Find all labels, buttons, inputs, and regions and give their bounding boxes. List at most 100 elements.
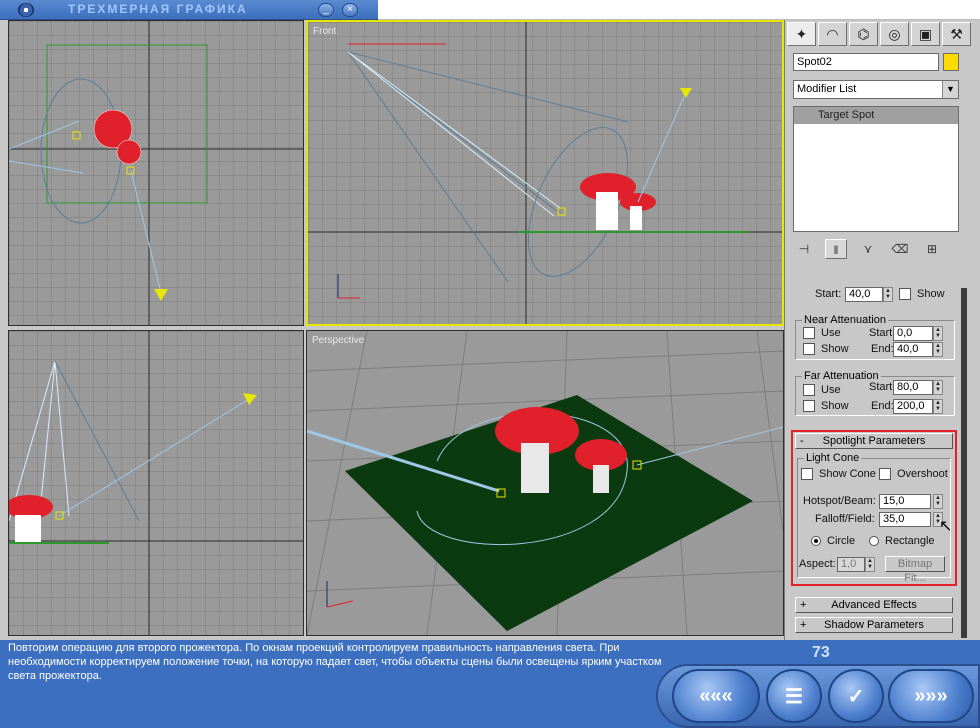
hierarchy-icon: ⌬ [857, 25, 870, 42]
bitmap-fit-button[interactable]: Bitmap Fit... [885, 556, 945, 584]
aspect-label: Aspect: [799, 558, 836, 570]
forward-button[interactable]: »»» [888, 669, 974, 723]
near-end-spinner[interactable]: ▲ ▼ [933, 342, 943, 357]
motion-tab[interactable]: ◎ [880, 22, 909, 46]
panel-scrollbar[interactable] [961, 288, 967, 638]
viewport-perspective[interactable]: Perspective [306, 330, 784, 636]
modifier-list-dropdown[interactable]: Modifier List ▼ [793, 80, 959, 99]
light-cone-title: Light Cone [804, 452, 862, 464]
far-end-input[interactable]: 200,0 [893, 399, 933, 414]
lesson-text: Повторим операцию для второго прожектора… [8, 642, 662, 682]
near-end-input[interactable]: 40,0 [893, 342, 933, 357]
close-button[interactable]: × [342, 3, 358, 17]
rollout-collapse-sign: - [800, 435, 804, 447]
app-logo-icon [18, 3, 34, 17]
hierarchy-tab[interactable]: ⌬ [849, 22, 878, 46]
viewport-front-label: Front [313, 26, 337, 37]
circle-label: Circle [827, 535, 856, 547]
show-cone-checkbox[interactable] [801, 468, 813, 480]
shadow-parameters-title: Shadow Parameters [824, 619, 924, 631]
modify-icon: ◠ [826, 25, 839, 42]
window-titlebar: ТРЕХМЕРНАЯ ГРАФИКА _ × [0, 0, 378, 20]
near-use-checkbox[interactable] [803, 327, 815, 339]
viewport-top[interactable] [8, 20, 304, 326]
circle-radio[interactable] [811, 536, 821, 546]
near-end-label: End: [871, 343, 894, 355]
back-button[interactable]: ««« [672, 669, 760, 723]
far-use-checkbox[interactable] [803, 384, 815, 396]
back-arrows-icon: ««« [699, 684, 733, 707]
near-start-label: Start: [869, 327, 896, 339]
hotspot-spinner[interactable]: ▲ ▼ [933, 494, 943, 509]
viewport-left[interactable] [8, 330, 304, 636]
stack-toolbar: ⊣ ‖ ⋎ ⌫ ⊞ [793, 238, 963, 260]
modifier-stack[interactable]: Target Spot [793, 106, 959, 232]
stack-item[interactable]: Target Spot [794, 107, 958, 124]
rectangle-radio[interactable] [869, 536, 879, 546]
rectangle-label: Rectangle [885, 535, 935, 547]
make-unique-icon[interactable]: ⋎ [857, 239, 879, 259]
far-start-label: Start: [869, 381, 896, 393]
decay-start-input[interactable]: 40,0 [845, 287, 883, 302]
page-number: 73 [812, 644, 830, 661]
check-button[interactable]: ✓ [828, 669, 884, 723]
display-tab[interactable]: ▣ [911, 22, 940, 46]
decay-start-label: Start: [815, 288, 842, 300]
spotlight-parameters-title: Spotlight Parameters [822, 435, 926, 447]
far-end-label: End: [871, 400, 894, 412]
modify-tab[interactable]: ◠ [818, 22, 847, 46]
viewport-perspective-canvas [307, 331, 783, 635]
far-start-spinner[interactable]: ▲ ▼ [933, 380, 943, 395]
utilities-tab[interactable]: ⚒ [942, 22, 971, 46]
command-panel: ✦ ◠ ⌬ ◎ ▣ ⚒ Spot02 Modifier List ▼ Targe… [784, 20, 980, 640]
hotspot-input[interactable]: 15,0 [879, 494, 931, 509]
configure-sets-icon[interactable]: ⊞ [921, 239, 943, 259]
advanced-effects-rollout[interactable]: + Advanced Effects [795, 597, 953, 613]
near-start-input[interactable]: 0,0 [893, 326, 933, 341]
decay-show-checkbox[interactable] [899, 288, 911, 300]
check-icon: ✓ [847, 685, 865, 708]
show-cone-label: Show Cone [819, 468, 876, 480]
hotspot-label: Hotspot/Beam: [803, 495, 876, 507]
viewport-top-canvas [9, 21, 303, 325]
top-strip [378, 0, 980, 20]
far-show-checkbox[interactable] [803, 400, 815, 412]
near-show-checkbox[interactable] [803, 343, 815, 355]
near-start-spinner[interactable]: ▲ ▼ [933, 326, 943, 341]
near-attenuation-title: Near Attenuation [802, 314, 888, 326]
far-end-spinner[interactable]: ▲ ▼ [933, 399, 943, 414]
forward-arrows-icon: »»» [914, 684, 948, 707]
viewport-front[interactable]: Front [306, 20, 784, 326]
viewport-front-canvas [308, 22, 782, 324]
panel-tabs: ✦ ◠ ⌬ ◎ ▣ ⚒ [787, 22, 977, 48]
display-icon: ▣ [918, 25, 933, 42]
near-show-label: Show [821, 343, 849, 355]
utilities-icon: ⚒ [950, 25, 963, 42]
pin-stack-icon[interactable]: ⊣ [793, 239, 815, 259]
aspect-spinner[interactable]: ▲ ▼ [865, 557, 875, 572]
far-use-label: Use [821, 384, 841, 396]
far-show-label: Show [821, 400, 849, 412]
modifier-list-label: Modifier List [797, 83, 857, 95]
falloff-input[interactable]: 35,0 [879, 512, 931, 527]
decay-start-spinner[interactable]: ▲ ▼ [883, 287, 893, 302]
remove-modifier-icon[interactable]: ⌫ [889, 239, 911, 259]
mouse-cursor-icon: ↖ [939, 518, 953, 535]
object-name-field[interactable]: Spot02 [793, 53, 939, 71]
shadow-parameters-rollout[interactable]: + Shadow Parameters [795, 617, 953, 633]
menu-button[interactable]: ☰ [766, 669, 822, 723]
spotlight-parameters-rollout[interactable]: - Spotlight Parameters [795, 433, 953, 449]
viewport-perspective-label: Perspective [312, 335, 365, 346]
object-color-swatch[interactable] [943, 53, 959, 71]
create-tab[interactable]: ✦ [787, 22, 816, 46]
chevron-down-icon: ▼ [942, 81, 958, 98]
aspect-input[interactable]: 1,0 [837, 557, 865, 572]
advanced-effects-title: Advanced Effects [831, 599, 917, 611]
show-end-result-icon[interactable]: ‖ [825, 239, 847, 259]
viewport-left-canvas [9, 331, 303, 635]
rollout-expand-sign: + [800, 599, 807, 611]
far-start-input[interactable]: 80,0 [893, 380, 933, 395]
near-use-label: Use [821, 327, 841, 339]
minimize-button[interactable]: _ [318, 3, 334, 17]
overshoot-checkbox[interactable] [879, 468, 891, 480]
